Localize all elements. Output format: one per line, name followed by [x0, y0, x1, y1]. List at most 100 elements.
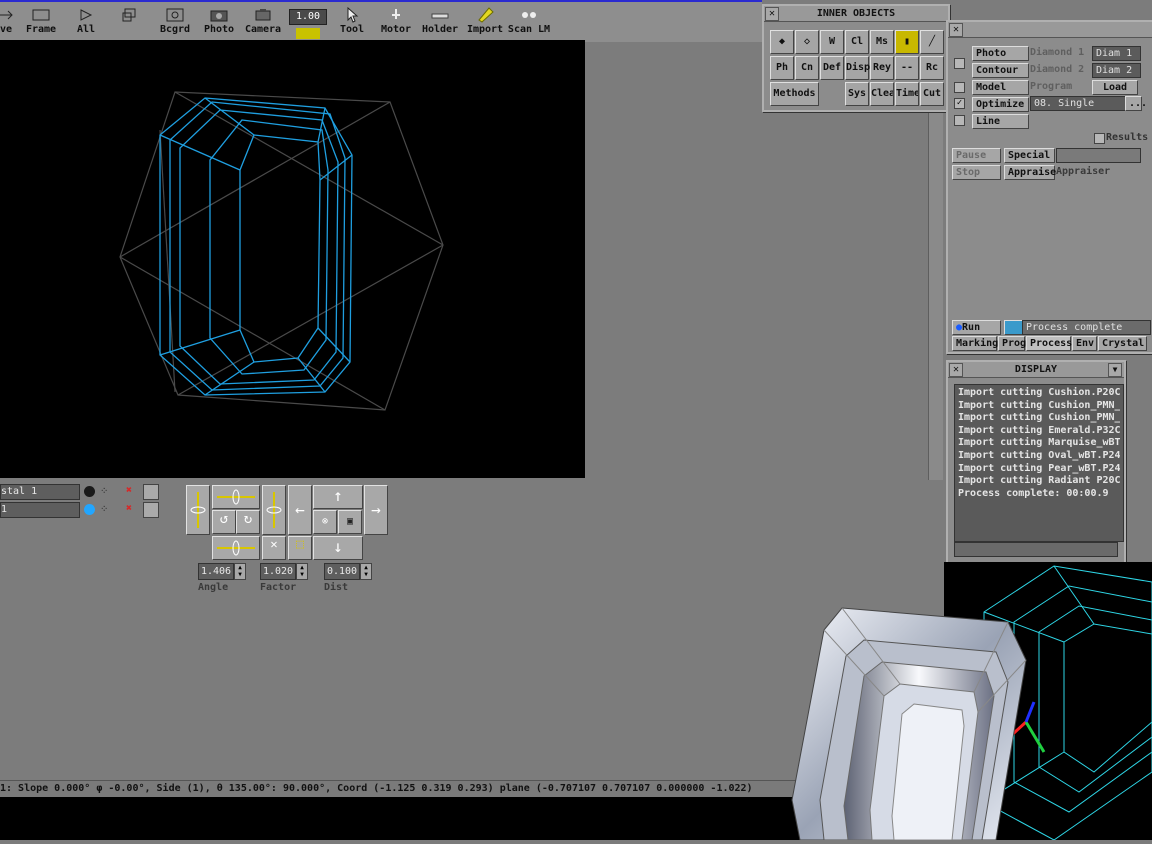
delete-icon[interactable]: ✖: [126, 503, 132, 514]
rc-button[interactable]: Rc: [920, 56, 944, 80]
program-label: Program: [1030, 81, 1073, 92]
factor-label: Factor: [260, 582, 297, 593]
ph-button[interactable]: Ph: [770, 56, 794, 80]
display-log: Import cutting Cushion.P20C32 Import cut…: [954, 384, 1124, 542]
marker-tool-button[interactable]: ▮: [895, 30, 919, 54]
line-checkbox[interactable]: [954, 115, 965, 126]
3d-viewport[interactable]: [0, 40, 585, 478]
main-toolbar: ve Frame All Bcgrd Photo Camera 1.00 Too…: [0, 0, 762, 42]
ms-button[interactable]: Ms: [870, 30, 894, 54]
toolbar-camera-button[interactable]: Camera: [235, 6, 291, 40]
shape-tool-button[interactable]: ◆: [770, 30, 794, 54]
sys-button[interactable]: Sys: [845, 82, 869, 106]
rotate-z-button[interactable]: [262, 485, 286, 535]
rotate-x-button[interactable]: [212, 485, 260, 509]
dots-icon: ⁘: [100, 486, 109, 497]
program-more-button[interactable]: ...: [1125, 96, 1147, 111]
rotate-cw-button[interactable]: ↻: [236, 510, 260, 534]
close-icon[interactable]: ✕: [765, 7, 779, 21]
rotate-ccw-button[interactable]: ↺: [212, 510, 236, 534]
visibility-toggle[interactable]: [143, 484, 159, 500]
angle-field[interactable]: 1.406: [198, 563, 234, 580]
close-icon[interactable]: ✕: [949, 363, 963, 377]
program-select[interactable]: 08. Single: [1030, 96, 1127, 111]
crystal-tool-button[interactable]: ◇: [795, 30, 819, 54]
arrow-left-icon: ←: [295, 500, 305, 519]
special-button[interactable]: Special: [1004, 148, 1055, 163]
tab-process[interactable]: Process: [1026, 336, 1072, 351]
optimize-button[interactable]: Optimize: [972, 97, 1029, 112]
model-button[interactable]: Model: [972, 80, 1029, 95]
def-button[interactable]: Def: [820, 56, 844, 80]
visibility-toggle[interactable]: [143, 502, 159, 518]
cl-button[interactable]: Cl: [845, 30, 869, 54]
toolbar-scanlm-button[interactable]: Scan LM: [501, 6, 557, 40]
move-up-button[interactable]: ↑: [313, 485, 363, 509]
process-status: Process complete: [1022, 320, 1151, 335]
marker-icon: ▮: [903, 36, 911, 47]
dash-button[interactable]: --: [895, 56, 919, 80]
appraise-button[interactable]: Appraise: [1004, 165, 1056, 180]
color-swatch[interactable]: [296, 28, 320, 39]
contour-button[interactable]: Contour: [972, 63, 1029, 78]
rotate-y-icon: [190, 492, 206, 528]
diam1-field[interactable]: Diam 1: [1092, 46, 1141, 61]
rey-button[interactable]: Rey: [870, 56, 894, 80]
rotate-x-icon: [217, 489, 255, 505]
factor-stepper[interactable]: ▲ ▼: [296, 563, 308, 580]
line-button[interactable]: Line: [972, 114, 1029, 129]
time-button[interactable]: Time: [895, 82, 919, 106]
wireframe-model: [119, 91, 444, 411]
emerald-diamond-image: [791, 607, 1027, 841]
close-icon[interactable]: ✕: [949, 23, 963, 37]
monitor-icon: [1004, 320, 1023, 335]
stop-button[interactable]: Stop: [952, 165, 1001, 180]
frame-select-button[interactable]: ⬚: [288, 536, 312, 560]
display-input[interactable]: [954, 542, 1118, 557]
optimize-checkbox[interactable]: ✓: [954, 98, 965, 109]
disp-button[interactable]: Disp: [845, 56, 870, 80]
contour-checkbox[interactable]: [954, 82, 965, 93]
center-button[interactable]: ⊗: [313, 510, 337, 534]
factor-field[interactable]: 1.020: [260, 563, 296, 580]
zoom-field[interactable]: 1.00: [289, 9, 327, 25]
object-item-second[interactable]: 1: [0, 502, 80, 518]
rotate-x2-button[interactable]: [212, 536, 260, 560]
rotate-y-button[interactable]: [186, 485, 210, 535]
angle-stepper[interactable]: ▲ ▼: [234, 563, 246, 580]
object-item-crystal[interactable]: stal 1: [0, 484, 80, 500]
pause-button[interactable]: Pause: [952, 148, 1001, 163]
results-checkbox[interactable]: [1094, 133, 1105, 144]
tab-prog[interactable]: Prog: [998, 336, 1026, 351]
photo-button[interactable]: Photo: [972, 46, 1029, 61]
dist-stepper[interactable]: ▲ ▼: [360, 563, 372, 580]
tab-env[interactable]: Env: [1072, 336, 1097, 351]
object-color-dot[interactable]: [84, 504, 95, 515]
process-panel-window: ✕ Photo Diamond 1 Diam 1 Contour Diamond…: [946, 20, 1152, 354]
tab-crystal[interactable]: Crystal: [1098, 336, 1147, 351]
tab-marking[interactable]: Marking: [952, 336, 998, 351]
fit-button[interactable]: ✕: [262, 536, 286, 560]
run-button[interactable]: ●Run: [952, 320, 1001, 335]
move-right-button[interactable]: →: [364, 485, 388, 535]
stop-move-button[interactable]: ▣: [338, 510, 362, 534]
object-color-dot[interactable]: [84, 486, 95, 497]
w-button[interactable]: W: [820, 30, 844, 54]
cn-button[interactable]: Cn: [795, 56, 819, 80]
special-field[interactable]: [1056, 148, 1141, 163]
clear-button[interactable]: Clear: [870, 82, 894, 106]
delete-icon[interactable]: ✖: [126, 485, 132, 496]
diamond-icon: ◆: [778, 36, 786, 47]
dist-field[interactable]: 0.100: [324, 563, 360, 580]
move-left-button[interactable]: ←: [288, 485, 312, 535]
move-down-button[interactable]: ↓: [313, 536, 363, 560]
results-label: Results: [1106, 132, 1149, 143]
dist-label: Dist: [324, 582, 349, 593]
chevron-down-icon[interactable]: ▼: [1108, 363, 1122, 377]
cut-button[interactable]: Cut: [920, 82, 944, 106]
load-button[interactable]: Load: [1092, 80, 1138, 95]
diam2-field[interactable]: Diam 2: [1092, 63, 1141, 78]
photo-checkbox[interactable]: [954, 58, 965, 69]
methods-button[interactable]: Methods: [770, 82, 819, 106]
line-tool-button[interactable]: ╱: [920, 30, 944, 54]
